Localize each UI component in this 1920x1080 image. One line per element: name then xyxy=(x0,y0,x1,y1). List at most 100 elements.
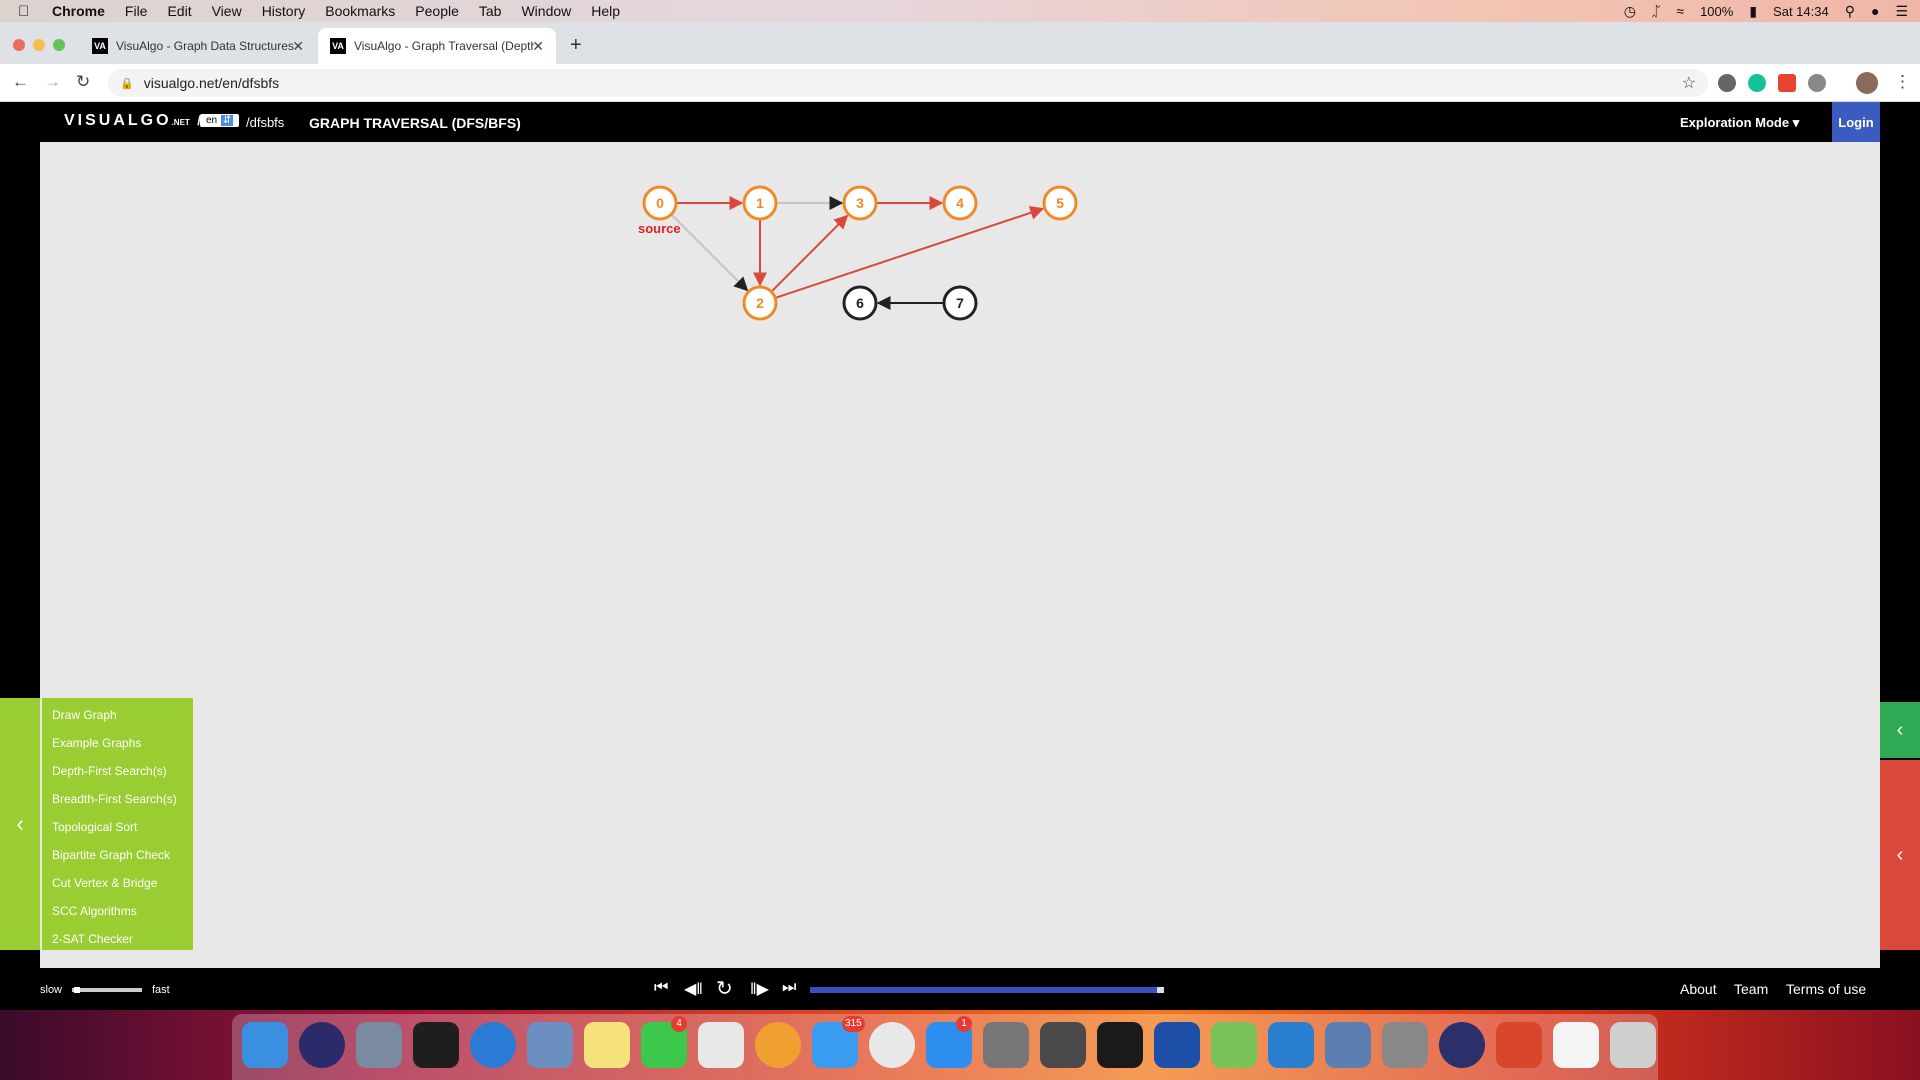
tab-graph-traversal[interactable]: VA VisuAlgo - Graph Traversal (Depth/Bre… xyxy=(318,28,556,64)
dock-activity-monitor-icon[interactable] xyxy=(413,1022,459,1068)
dock-chrome-icon[interactable] xyxy=(869,1022,915,1068)
close-tab-icon[interactable]: ✕ xyxy=(292,38,304,55)
zoom-window-button[interactable] xyxy=(53,39,65,51)
menu-app-name[interactable]: Chrome xyxy=(52,3,105,19)
vertex-1[interactable]: 1 xyxy=(742,185,778,221)
tab-graph-data-structures[interactable]: VA VisuAlgo - Graph Data Structures ✕ xyxy=(80,28,316,64)
extension-circle-icon[interactable] xyxy=(1718,74,1736,92)
progress-bar[interactable] xyxy=(810,987,1164,993)
graph-canvas[interactable]: 0 1 2 3 4 5 6 7 source xyxy=(40,142,1880,968)
dock-powerpoint-icon[interactable] xyxy=(1496,1022,1542,1068)
status-panel-toggle[interactable]: ‹ xyxy=(1880,702,1920,758)
sidebar-toggle[interactable]: ‹ xyxy=(0,698,40,950)
terms-link[interactable]: Terms of use xyxy=(1786,981,1866,997)
dock-sublime-text-icon[interactable] xyxy=(1040,1022,1086,1068)
menu-file[interactable]: File xyxy=(125,3,148,19)
dock-notes-icon[interactable] xyxy=(584,1022,630,1068)
new-tab-button[interactable]: + xyxy=(570,34,582,57)
dock-finder-icon[interactable] xyxy=(242,1022,288,1068)
vertex-0[interactable]: 0 xyxy=(642,185,678,221)
menu-edit[interactable]: Edit xyxy=(167,3,191,19)
dock-pdf-document-icon[interactable] xyxy=(1553,1022,1599,1068)
bookmark-star-icon[interactable]: ☆ xyxy=(1682,73,1696,93)
close-window-button[interactable] xyxy=(13,39,25,51)
team-link[interactable]: Team xyxy=(1734,981,1768,997)
menu-bfs[interactable]: Breadth-First Search(s) xyxy=(42,791,193,819)
about-link[interactable]: About xyxy=(1680,981,1717,997)
graph-drawing[interactable]: 0 1 2 3 4 5 6 7 xyxy=(40,142,1880,968)
menu-history[interactable]: History xyxy=(262,3,306,19)
dock-calendar-icon[interactable] xyxy=(698,1022,744,1068)
dock-system-preferences-icon[interactable] xyxy=(983,1022,1029,1068)
menu-bipartite-check[interactable]: Bipartite Graph Check xyxy=(42,847,193,875)
visualgo-logo[interactable]: VISUALGO.NET / xyxy=(64,112,201,130)
vertex-6[interactable]: 6 xyxy=(842,285,878,321)
step-forward-icon[interactable]: ‖▶ xyxy=(750,979,769,999)
bluetooth-icon[interactable]: ᛢ xyxy=(1652,3,1660,19)
lock-icon[interactable]: 🔒 xyxy=(120,77,134,90)
vertex-4[interactable]: 4 xyxy=(942,185,978,221)
dock-photos-icon[interactable] xyxy=(755,1022,801,1068)
extension-red-icon[interactable] xyxy=(1778,74,1796,92)
dock-safari-icon[interactable] xyxy=(470,1022,516,1068)
apple-icon[interactable]:  xyxy=(18,3,40,20)
reload-icon[interactable]: ↻ xyxy=(76,72,90,92)
exploration-mode-dropdown[interactable]: Exploration Mode ▾ xyxy=(1680,115,1799,131)
replay-icon[interactable]: ↻ xyxy=(716,976,733,1001)
dock-preview-eagle-icon[interactable] xyxy=(527,1022,573,1068)
step-backward-icon[interactable]: ◀‖ xyxy=(684,979,703,999)
vertex-2[interactable]: 2 xyxy=(742,285,778,321)
login-button[interactable]: Login xyxy=(1832,102,1880,142)
menu-2sat-checker[interactable]: 2-SAT Checker xyxy=(42,931,193,959)
go-to-beginning-icon[interactable]: ⏮ xyxy=(654,979,668,997)
menu-scc-algorithms[interactable]: SCC Algorithms xyxy=(42,903,193,931)
menu-people[interactable]: People xyxy=(415,3,459,19)
chrome-menu-icon[interactable]: ⋮ xyxy=(1894,72,1911,92)
menu-window[interactable]: Window xyxy=(521,3,571,19)
url-text[interactable]: visualgo.net/en/dfsbfs xyxy=(144,75,279,91)
forward-icon[interactable]: → xyxy=(44,72,61,92)
edge-0-2[interactable] xyxy=(670,213,749,292)
time-machine-icon[interactable]: ◷ xyxy=(1624,3,1636,20)
menu-view[interactable]: View xyxy=(212,3,242,19)
go-to-end-icon[interactable]: ⏭ xyxy=(782,979,796,997)
minimize-window-button[interactable] xyxy=(33,39,45,51)
extension-gear-icon[interactable] xyxy=(1808,74,1826,92)
dock-siri-icon[interactable] xyxy=(299,1022,345,1068)
language-select[interactable]: en ⇵ xyxy=(200,114,240,127)
vertex-3[interactable]: 3 xyxy=(842,185,878,221)
siri-icon[interactable]: ● xyxy=(1871,3,1879,19)
profile-avatar[interactable] xyxy=(1856,72,1878,94)
menu-cut-vertex-bridge[interactable]: Cut Vertex & Bridge xyxy=(42,875,193,903)
dock-eclipse-icon[interactable] xyxy=(1439,1022,1485,1068)
menu-dfs[interactable]: Depth-First Search(s) xyxy=(42,763,193,791)
back-icon[interactable]: ← xyxy=(12,72,29,92)
dock-trash-icon[interactable] xyxy=(1610,1022,1656,1068)
edge-2-3[interactable] xyxy=(770,214,849,293)
spotlight-icon[interactable]: ⚲ xyxy=(1845,3,1855,20)
speed-slider-knob[interactable] xyxy=(74,987,80,993)
codetrace-panel-toggle[interactable]: ‹ xyxy=(1880,760,1920,950)
menu-example-graphs[interactable]: Example Graphs xyxy=(42,735,193,763)
close-tab-icon[interactable]: ✕ xyxy=(532,38,544,55)
menu-topological-sort[interactable]: Topological Sort xyxy=(42,819,193,847)
speed-slider[interactable] xyxy=(72,987,142,993)
wifi-icon[interactable]: ≈ xyxy=(1676,3,1684,19)
edge-2-5[interactable] xyxy=(774,206,1045,299)
vertex-7[interactable]: 7 xyxy=(942,285,978,321)
dock-terminal-icon[interactable] xyxy=(1097,1022,1143,1068)
dock-launchpad-icon[interactable] xyxy=(356,1022,402,1068)
menu-bookmarks[interactable]: Bookmarks xyxy=(325,3,395,19)
vertex-5[interactable]: 5 xyxy=(1042,185,1078,221)
address-bar[interactable]: 🔒 visualgo.net/en/dfsbfs ☆ xyxy=(108,69,1708,97)
menubar-clock[interactable]: Sat 14:34 xyxy=(1773,4,1829,19)
menu-tab[interactable]: Tab xyxy=(479,3,502,19)
dock-android-studio-icon[interactable] xyxy=(1211,1022,1257,1068)
dock-xcode-icon[interactable] xyxy=(1268,1022,1314,1068)
battery-icon[interactable]: ▮ xyxy=(1749,3,1757,20)
menu-draw-graph[interactable]: Draw Graph xyxy=(42,707,193,735)
menu-help[interactable]: Help xyxy=(591,3,620,19)
dock-word-icon[interactable] xyxy=(1154,1022,1200,1068)
dock-image-capture-icon[interactable] xyxy=(1382,1022,1428,1068)
notification-center-icon[interactable]: ☰ xyxy=(1895,3,1908,20)
